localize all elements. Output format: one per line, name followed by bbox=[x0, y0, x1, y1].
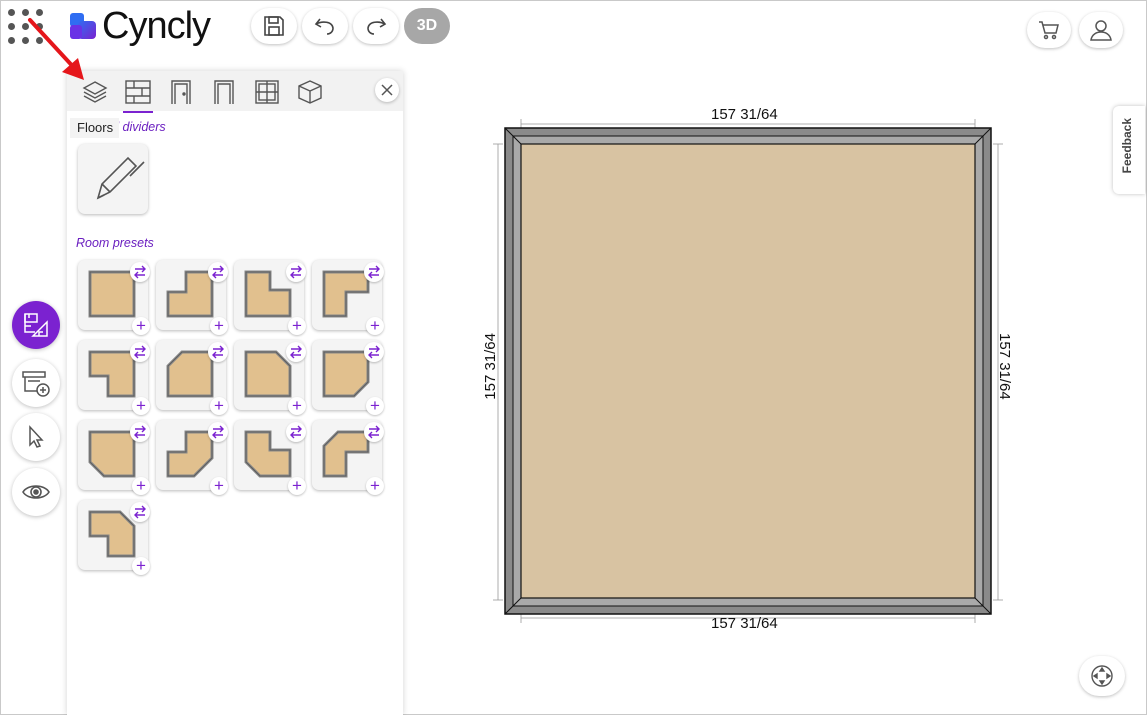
room-preset-tile[interactable]: + bbox=[312, 420, 384, 495]
room-preset-tile[interactable]: + bbox=[156, 340, 228, 415]
add-preset-icon[interactable]: + bbox=[366, 477, 384, 495]
undo-button[interactable] bbox=[302, 8, 348, 44]
door-icon bbox=[171, 80, 191, 104]
save-icon bbox=[264, 16, 284, 36]
swap-icon[interactable] bbox=[130, 422, 150, 442]
cart-icon bbox=[1039, 21, 1059, 40]
floorplan-canvas[interactable] bbox=[470, 100, 1030, 640]
add-cabinet-icon bbox=[22, 371, 50, 397]
room-preset-tile[interactable]: + bbox=[312, 340, 384, 415]
add-preset-icon[interactable]: + bbox=[210, 397, 228, 415]
room-preset-tile[interactable]: + bbox=[156, 260, 228, 335]
add-preset-icon[interactable]: + bbox=[288, 477, 306, 495]
view-3d-button[interactable]: 3D bbox=[404, 8, 450, 44]
floorplan-icon bbox=[24, 313, 48, 337]
tab-windows[interactable] bbox=[248, 75, 286, 109]
swap-icon[interactable] bbox=[130, 342, 150, 362]
navigation-button[interactable] bbox=[1079, 656, 1125, 696]
swap-icon[interactable] bbox=[208, 422, 228, 442]
tab-objects[interactable] bbox=[291, 75, 329, 109]
undo-icon bbox=[314, 18, 334, 35]
dimension-top: 157 31/64 bbox=[711, 106, 778, 123]
tab-walls[interactable] bbox=[119, 75, 157, 113]
room-preset-tile[interactable]: + bbox=[78, 340, 150, 415]
room-preset-tile[interactable]: + bbox=[78, 260, 150, 335]
brand-name: Cyncly bbox=[102, 4, 211, 47]
user-button[interactable] bbox=[1079, 12, 1123, 48]
add-preset-icon[interactable]: + bbox=[210, 317, 228, 335]
room-preset-tile[interactable]: + bbox=[234, 340, 306, 415]
swap-icon[interactable] bbox=[286, 422, 306, 442]
draw-wall-tool[interactable] bbox=[78, 144, 148, 214]
feedback-label: Feedback bbox=[1120, 118, 1134, 174]
add-preset-icon[interactable]: + bbox=[210, 477, 228, 495]
room-preset-tile[interactable]: + bbox=[234, 420, 306, 495]
opening-icon bbox=[214, 80, 234, 104]
room-presets-label: Room presets bbox=[76, 236, 154, 250]
catalog-panel: Floors alls and dividers Room presets + +… bbox=[67, 71, 403, 715]
swap-icon[interactable] bbox=[130, 502, 150, 522]
dimension-bottom: 157 31/64 bbox=[711, 615, 778, 632]
room-preset-tile[interactable]: + bbox=[312, 260, 384, 335]
dimension-left: 157 31/64 bbox=[482, 333, 499, 400]
select-tool-button[interactable] bbox=[12, 413, 60, 461]
close-icon bbox=[381, 84, 393, 96]
view-toggle-button[interactable] bbox=[12, 468, 60, 516]
add-preset-icon[interactable]: + bbox=[132, 477, 150, 495]
tab-openings[interactable] bbox=[205, 75, 243, 109]
redo-button[interactable] bbox=[353, 8, 399, 44]
pencil-draw-icon bbox=[96, 156, 145, 200]
save-button[interactable] bbox=[251, 8, 297, 44]
room-floor[interactable] bbox=[520, 143, 976, 599]
swap-icon[interactable] bbox=[208, 262, 228, 282]
navigation-compass-icon bbox=[1091, 665, 1113, 687]
swap-icon[interactable] bbox=[286, 262, 306, 282]
swap-icon[interactable] bbox=[130, 262, 150, 282]
floorplan-tool-button[interactable] bbox=[12, 301, 60, 349]
add-preset-icon[interactable]: + bbox=[288, 397, 306, 415]
add-preset-icon[interactable]: + bbox=[132, 317, 150, 335]
eye-icon bbox=[22, 485, 50, 499]
red-arrow-annotation bbox=[28, 18, 84, 80]
swap-icon[interactable] bbox=[364, 262, 384, 282]
add-preset-icon[interactable]: + bbox=[366, 397, 384, 415]
swap-icon[interactable] bbox=[286, 342, 306, 362]
user-icon bbox=[1090, 20, 1112, 41]
panel-tabs bbox=[67, 71, 403, 113]
add-preset-icon[interactable]: + bbox=[366, 317, 384, 335]
swap-icon[interactable] bbox=[364, 342, 384, 362]
room-preset-tile[interactable]: + bbox=[156, 420, 228, 495]
feedback-tab[interactable]: Feedback bbox=[1113, 106, 1145, 194]
cart-button[interactable] bbox=[1027, 12, 1071, 48]
swap-icon[interactable] bbox=[208, 342, 228, 362]
brick-wall-icon bbox=[125, 80, 151, 104]
redo-icon bbox=[367, 18, 387, 35]
room-preset-tile[interactable]: + bbox=[78, 420, 150, 495]
add-furniture-button[interactable] bbox=[12, 359, 60, 407]
room-preset-tile[interactable]: + bbox=[78, 500, 150, 575]
swap-icon[interactable] bbox=[364, 422, 384, 442]
window-icon bbox=[255, 80, 279, 104]
room-preset-tile[interactable]: + bbox=[234, 260, 306, 335]
cursor-icon bbox=[29, 425, 44, 448]
add-preset-icon[interactable]: + bbox=[132, 397, 150, 415]
tab-doors[interactable] bbox=[162, 75, 200, 109]
add-preset-icon[interactable]: + bbox=[288, 317, 306, 335]
add-preset-icon[interactable]: + bbox=[132, 557, 150, 575]
close-panel-button[interactable] bbox=[375, 78, 399, 102]
cube-icon bbox=[298, 80, 322, 104]
tab-tooltip: Floors bbox=[70, 118, 120, 138]
dimension-right: 157 31/64 bbox=[996, 333, 1013, 400]
